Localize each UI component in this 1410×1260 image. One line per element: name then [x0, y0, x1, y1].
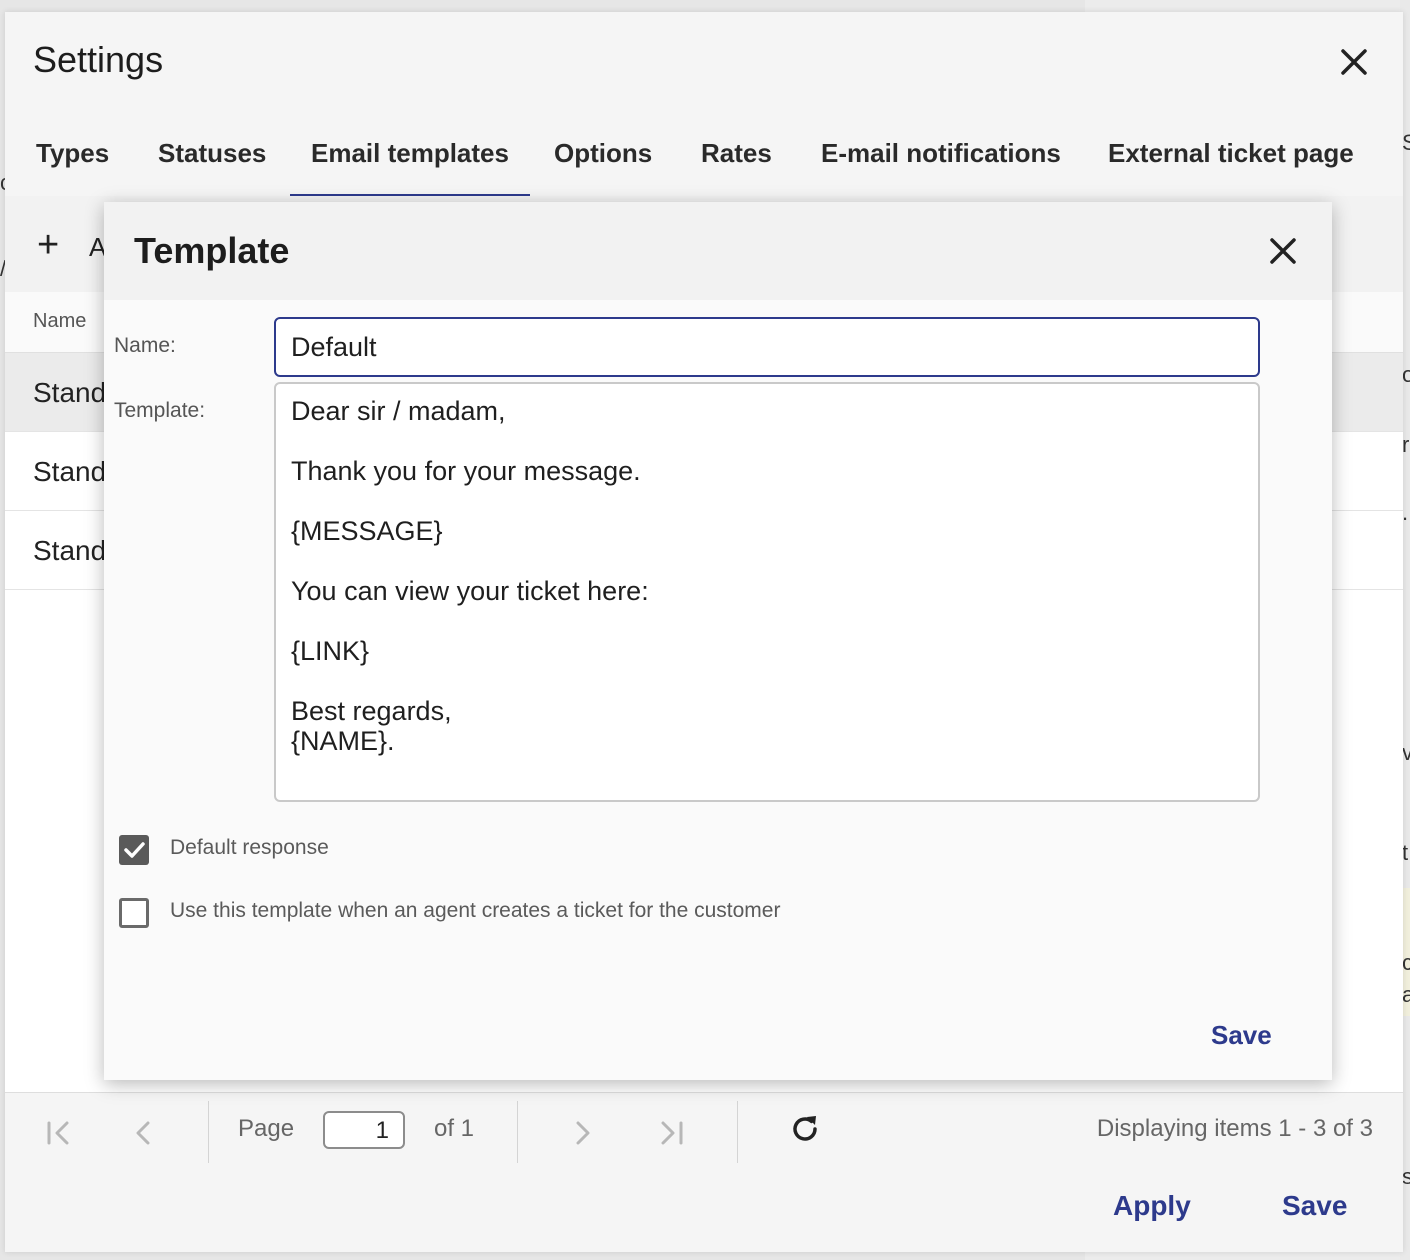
pager-divider	[737, 1101, 738, 1163]
template-label: Template:	[114, 399, 206, 422]
template-line	[291, 546, 1243, 576]
default-response-label[interactable]: Default response	[170, 836, 329, 860]
tab-external-ticket-page[interactable]: External ticket page	[1108, 120, 1354, 194]
last-page-button[interactable]	[653, 1115, 689, 1151]
next-page-button[interactable]	[565, 1115, 601, 1151]
background-fragment: S	[1402, 130, 1410, 155]
refresh-button[interactable]	[787, 1111, 823, 1147]
settings-tabs: Types Statuses Email templates Options R…	[5, 120, 1403, 199]
settings-save-button[interactable]: Save	[1282, 1190, 1347, 1222]
template-textarea[interactable]: Dear sir / madam, Thank you for your mes…	[274, 382, 1260, 802]
first-page-icon	[47, 1121, 69, 1145]
table-cell-name: Stand	[33, 377, 107, 408]
settings-close-button[interactable]	[1338, 46, 1370, 78]
name-field[interactable]: Default	[274, 317, 1260, 377]
close-icon	[1270, 238, 1296, 264]
table-cell-name: Stand	[33, 456, 107, 487]
tab-rates[interactable]: Rates	[701, 120, 772, 194]
background-fragment: c	[1402, 950, 1410, 975]
tab-email-notifications[interactable]: E-mail notifications	[821, 120, 1061, 194]
template-line: {LINK}	[291, 636, 370, 666]
background-fragment: o	[1402, 362, 1410, 387]
agent-template-checkbox[interactable]	[119, 898, 149, 928]
tab-email-templates[interactable]: Email templates	[290, 120, 530, 199]
background-fragment: a	[1402, 982, 1410, 1007]
dialog-header: Template	[104, 202, 1332, 300]
template-line	[291, 666, 1243, 696]
name-label: Name:	[114, 334, 176, 357]
prev-page-button[interactable]	[125, 1115, 161, 1151]
table-cell-name: Stand	[33, 535, 107, 566]
dialog-save-button[interactable]: Save	[1211, 1020, 1272, 1051]
refresh-icon	[793, 1116, 817, 1141]
template-line: {MESSAGE}	[291, 516, 443, 546]
apply-button[interactable]: Apply	[1113, 1190, 1191, 1222]
template-line	[291, 486, 1243, 516]
template-line: {NAME}.	[291, 726, 395, 756]
default-response-checkbox[interactable]	[119, 835, 149, 865]
displaying-items-text: Displaying items 1 - 3 of 3	[1096, 1115, 1373, 1142]
template-dialog: Template Name: Default Template: Dear si…	[104, 202, 1332, 1080]
dialog-close-button[interactable]	[1267, 235, 1299, 267]
tab-options[interactable]: Options	[554, 120, 652, 194]
page-count-label: of 1	[434, 1115, 475, 1142]
last-page-icon	[661, 1121, 683, 1145]
pagination-bar: Page 1 of 1 Displaying items 1 - 3 of 3	[5, 1092, 1403, 1173]
template-line: You can view your ticket here:	[291, 576, 649, 606]
pager-divider	[517, 1101, 518, 1163]
tab-statuses[interactable]: Statuses	[158, 120, 266, 194]
tab-types[interactable]: Types	[36, 120, 109, 194]
template-line: Dear sir / madam,	[291, 396, 506, 426]
background-fragment: v	[1402, 740, 1410, 765]
template-line	[291, 606, 1243, 636]
first-page-button[interactable]	[41, 1115, 77, 1151]
prev-page-icon	[136, 1121, 150, 1145]
checkmark-icon	[124, 842, 145, 858]
column-header-name[interactable]: Name	[33, 310, 86, 333]
agent-template-label[interactable]: Use this template when an agent creates …	[170, 899, 780, 923]
template-line	[291, 426, 1243, 456]
page-label: Page	[238, 1115, 295, 1142]
pager-divider	[208, 1101, 209, 1163]
background-fragment: r	[1402, 432, 1410, 457]
settings-title: Settings	[33, 39, 164, 80]
plus-icon[interactable]: +	[37, 226, 59, 264]
close-icon	[1341, 49, 1367, 75]
next-page-icon	[576, 1121, 590, 1145]
template-line: Best regards,	[291, 696, 452, 726]
page-number-input[interactable]: 1	[323, 1111, 405, 1149]
dialog-title: Template	[134, 230, 290, 271]
template-line: Thank you for your message.	[291, 456, 641, 486]
background-fragment: s	[1402, 1164, 1410, 1189]
